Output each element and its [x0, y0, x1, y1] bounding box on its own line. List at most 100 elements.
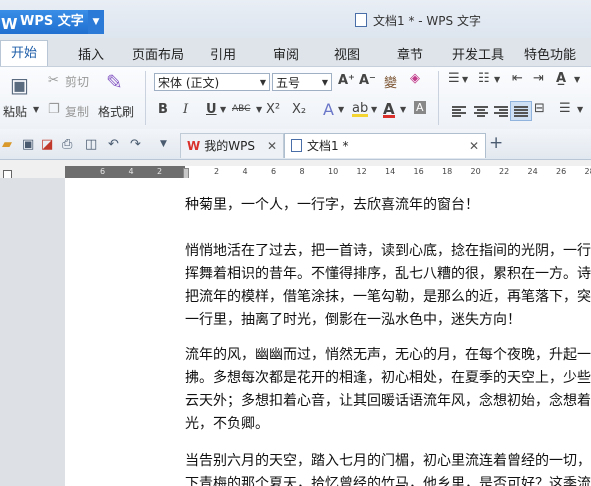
bold-button[interactable]: B [158, 102, 168, 117]
chevron-down-icon: ▼ [259, 78, 266, 87]
ruler-number: 2 [214, 167, 220, 176]
tab-my-wps-label: 我的WPS [204, 139, 255, 153]
tab-features[interactable]: 特色功能 [524, 44, 576, 63]
chevron-down-icon[interactable]: ▼ [462, 75, 468, 84]
ruler-number: 6 [100, 167, 106, 176]
close-icon[interactable]: ✕ [267, 134, 277, 158]
paragraph: 种菊里，一个人，一行字，去欣喜流年的窗台！ [185, 194, 479, 217]
justify-icon [514, 105, 528, 117]
new-tab-icon[interactable]: + [489, 133, 503, 153]
copy-button[interactable]: 复制 [65, 103, 89, 120]
chevron-down-icon[interactable]: ▼ [338, 105, 344, 114]
scissors-icon[interactable]: ✂ [48, 73, 59, 88]
ribbon: ▣ 粘贴 ▼ ✂ 剪切 ❐ 复制 ✎ 格式刷 宋体 (正文) ▼ 五号 ▼ A⁺ A… [0, 66, 591, 130]
tab-page-layout[interactable]: 页面布局 [132, 44, 184, 63]
export-pdf-icon[interactable]: ◪ [41, 137, 53, 152]
tab-section[interactable]: 章节 [397, 44, 423, 63]
text-line: 拂。多想每次都是花开的相逢，初心相处，在夏季的天空上，少些阳 [185, 370, 591, 386]
chevron-down-icon[interactable]: ▼ [371, 105, 377, 114]
chevron-down-icon[interactable]: ▼ [494, 75, 500, 84]
tab-review[interactable]: 审阅 [273, 44, 299, 63]
print-icon[interactable]: ⎙ [62, 137, 72, 152]
ruler-number: 16 [413, 167, 424, 176]
font-size-value: 五号 [276, 76, 301, 90]
ruler-number: 22 [499, 167, 510, 176]
chevron-down-icon[interactable]: ▼ [160, 139, 167, 149]
font-color-label: A [383, 100, 395, 118]
print-preview-icon[interactable]: ◫ [85, 137, 97, 152]
ruler-number: 24 [527, 167, 538, 176]
strikethrough-button[interactable]: ABC [232, 104, 250, 114]
quick-access-bar: ▰ ▣ ◪ ⎙ ◫ ↶ ↷ ▼ W 我的WPS ✕ 文档1 * ✕ + [0, 129, 591, 160]
tab-developer[interactable]: 开发工具 [452, 44, 504, 63]
cut-button[interactable]: 剪切 [65, 73, 89, 90]
ruler-number: 20 [470, 167, 481, 176]
subscript-button[interactable]: X₂ [292, 102, 306, 117]
superscript-button[interactable]: X² [266, 102, 280, 117]
decrease-indent-icon[interactable]: ⇤ [512, 71, 523, 86]
undo-icon[interactable]: ↶ [108, 137, 119, 152]
chinese-layout-icon[interactable]: A̲ [556, 71, 566, 86]
ruler-number: 12 [356, 167, 367, 176]
chevron-down-icon[interactable]: ▼ [574, 75, 580, 84]
redo-icon[interactable]: ↷ [130, 137, 141, 152]
bullet-list-icon[interactable]: ☰ [448, 71, 460, 86]
align-right-icon[interactable] [494, 105, 508, 117]
tab-home[interactable]: 开始 [0, 40, 49, 67]
chevron-down-icon: ▼ [321, 78, 328, 87]
distributed-align-icon[interactable]: ⊟ [534, 101, 545, 116]
ruler-number: 18 [442, 167, 453, 176]
wps-logo-icon: W [187, 139, 201, 153]
grow-font-button[interactable]: A⁺ [338, 73, 355, 88]
paragraph: 当告别六月的天空，踏入七月的门楣，初心里流连着曾经的一切，几 下青梅的那个夏天，… [185, 450, 591, 486]
underline-button[interactable]: U [206, 102, 217, 117]
clear-format-icon[interactable]: ◈ [410, 71, 420, 86]
font-color-button[interactable]: A [383, 100, 395, 118]
align-center-icon[interactable] [474, 105, 488, 117]
paste-button[interactable]: 粘贴 [3, 103, 27, 120]
ruler-number: 26 [556, 167, 567, 176]
chevron-down-icon[interactable]: ▼ [256, 105, 262, 114]
app-name: WPS 文字 [20, 14, 84, 29]
open-folder-icon[interactable]: ▰ [2, 137, 12, 152]
format-painter-icon[interactable]: ✎ [106, 70, 123, 94]
divider [438, 71, 439, 125]
chevron-down-icon[interactable]: ▼ [220, 105, 226, 114]
tab-document1[interactable]: 文档1 * ✕ [284, 133, 486, 158]
text-line: 云天外；多想扣着心音，让其回暖话语流年风，念想初始，念想着 [185, 393, 591, 409]
tab-view[interactable]: 视图 [334, 44, 360, 63]
text-line: 一行里，抽离了时光，倒影在一泓水色中，迷失方向！ [185, 312, 521, 328]
font-size-select[interactable]: 五号 ▼ [272, 73, 332, 91]
tab-my-wps[interactable]: W 我的WPS ✕ [180, 133, 284, 158]
save-icon[interactable]: ▣ [22, 137, 34, 152]
document-icon [355, 13, 367, 27]
close-icon[interactable]: ✕ [469, 134, 479, 158]
copy-icon[interactable]: ❐ [48, 102, 60, 117]
italic-button[interactable]: I [183, 102, 188, 117]
text-effect-button[interactable]: A [323, 100, 334, 119]
chevron-down-icon[interactable]: ▼ [88, 10, 104, 34]
paste-icon[interactable]: ▣ [10, 73, 29, 97]
character-shading-icon[interactable]: A [414, 101, 426, 114]
ruler-number: 4 [242, 167, 248, 176]
line-spacing-icon[interactable]: ☰ [559, 101, 571, 116]
shrink-font-button[interactable]: A⁻ [359, 73, 376, 88]
phonetic-guide-icon[interactable]: 變 [384, 72, 397, 91]
chevron-down-icon[interactable]: ▼ [400, 105, 406, 114]
increase-indent-icon[interactable]: ⇥ [533, 71, 544, 86]
document-page[interactable]: 种菊里，一个人，一行字，去欣喜流年的窗台！ 悄悄地活在了过去，把一首诗，读到心底… [65, 178, 591, 486]
text-line: 流年的风，幽幽而过，悄然无声，无心的月，在每个夜晚，升起一泓 [185, 347, 591, 363]
highlight-icon[interactable]: ab [352, 101, 369, 117]
tab-references[interactable]: 引用 [210, 44, 236, 63]
tab-insert[interactable]: 插入 [78, 44, 104, 63]
chevron-down-icon[interactable]: ▼ [33, 105, 39, 114]
chevron-down-icon[interactable]: ▼ [577, 105, 583, 114]
justify-button[interactable] [510, 101, 532, 121]
format-painter-button[interactable]: 格式刷 [98, 103, 134, 120]
numbered-list-icon[interactable]: ☷ [478, 71, 490, 86]
ruler-number: 28 [584, 167, 591, 176]
align-left-icon[interactable] [452, 105, 466, 117]
ruler-number: 14 [385, 167, 396, 176]
wps-menu-button[interactable]: W WPS 文字 ▼ [0, 10, 104, 34]
font-name-select[interactable]: 宋体 (正文) ▼ [154, 73, 270, 91]
